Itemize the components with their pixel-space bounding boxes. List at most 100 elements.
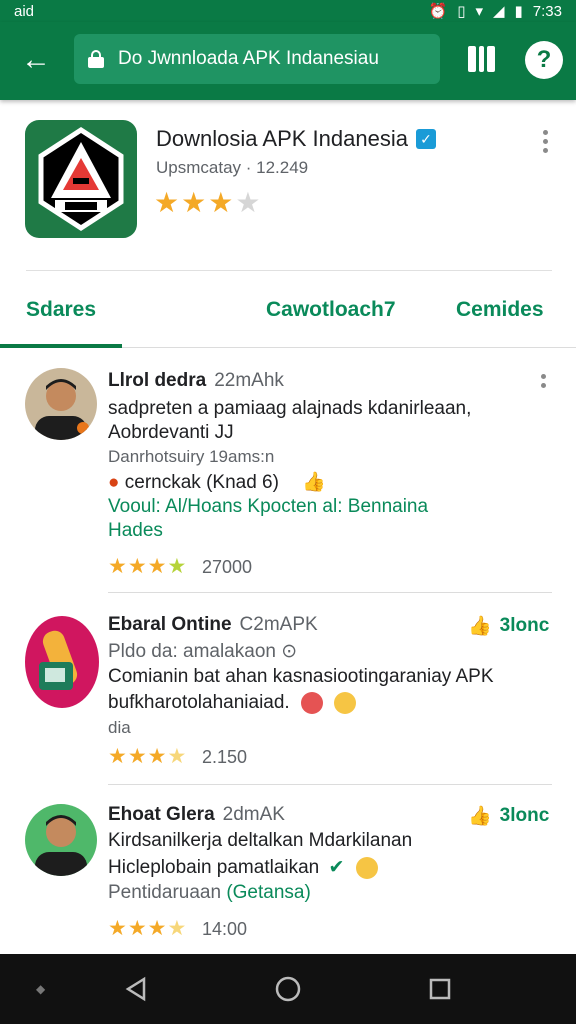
review-tag: dia [108, 718, 131, 737]
battery-icon: ▮ [514, 3, 523, 20]
tab-sdares[interactable]: Sdares [26, 298, 96, 322]
reviewer-name: Llrol dedra 22mAhk [108, 370, 284, 392]
review-text-line: Hicleplobain pamatlaikan ✔ [108, 856, 378, 879]
like-button[interactable]: 👍 3lonc [468, 614, 549, 638]
review-text: Comianin bat ahan kasnasiootingaraniay A… [108, 666, 494, 687]
wifi-icon: ▾ [475, 3, 483, 20]
review-tag: ● cernckak (Knad 6) 👍 [108, 470, 326, 494]
avatar [25, 804, 97, 876]
review-text-line: bufkharotolahaniaiad. [108, 692, 357, 714]
app-title-text: Downlosia APK Indanesia [156, 126, 408, 151]
nav-dot-icon: ◆ [36, 982, 46, 996]
star-icon: ★ [181, 187, 209, 218]
avatar-graphic [35, 815, 87, 876]
star-icon: ★ [127, 745, 148, 768]
review-meta-text: Pldo da: amalakaon [108, 641, 276, 662]
tab-bar: Sdares Cawotloach7 Cemides [0, 280, 576, 348]
tab-cawotloach[interactable]: Cawotloach7 [266, 298, 396, 322]
star-icon: ★ [127, 555, 148, 578]
review-reply: Vooul: Al/Hoans Kpocten al: Bennaina [108, 496, 429, 517]
badge-icon: ● [108, 472, 120, 493]
tab-cemides[interactable]: Cemides [456, 298, 544, 322]
back-nav-icon[interactable] [122, 975, 150, 1003]
reviewer-name-text: Ehoat Glera [108, 804, 215, 825]
divider [108, 592, 552, 593]
emoji-icon [300, 692, 323, 714]
thumbs-up-icon: 👍 [468, 616, 492, 637]
star-icon: ★ [127, 917, 148, 940]
review-stars: ★★★★ [108, 554, 187, 579]
review-tag-text: cernckak (Knad 6) [124, 472, 279, 493]
arrow-left-icon[interactable]: ← [18, 42, 54, 78]
review-count: 2.150 [202, 747, 248, 767]
divider [108, 784, 552, 785]
review-count: 27000 [202, 557, 253, 577]
lock-icon [88, 50, 104, 68]
reviewer-name-text: Llrol dedra [108, 370, 207, 391]
reviewer-name: Ebaral Ontine C2mAPK [108, 614, 318, 636]
app-header: Downlosia APK Indanesia ✓ Upsmcatay · 12… [0, 100, 576, 270]
emoji-icon [334, 692, 357, 714]
review-count: 14:00 [202, 919, 248, 939]
app-title: Downlosia APK Indanesia ✓ [156, 126, 436, 152]
star-icon: ★ [147, 745, 168, 768]
clock-icon: ⊙ [281, 641, 298, 662]
review-tag-text: Pentidaruaan [108, 882, 222, 903]
review-text: Hicleplobain pamatlaikan [108, 857, 320, 878]
star-icon: ★ [147, 555, 168, 578]
avatar [25, 616, 99, 708]
review-tag: Pentidaruaan (Getansa) [108, 882, 311, 904]
app-subtitle: Upsmcatay · 12.249 [156, 158, 309, 177]
alarm-icon: ⏰ [428, 3, 448, 20]
star-empty-icon: ★ [235, 187, 263, 218]
thumbs-up-icon: 👍 [468, 806, 492, 827]
like-label: 3lonc [499, 805, 550, 826]
review-tag-green: (Getansa) [226, 882, 311, 903]
url-bar[interactable]: Do Jwnnloada APK Indanesiau [74, 34, 440, 84]
star-half-icon: ★ [167, 555, 188, 578]
review-stars: ★★★★ [108, 744, 187, 769]
verified-icon: ✓ [415, 129, 436, 149]
review-more-icon[interactable] [536, 374, 550, 400]
divider [26, 270, 552, 271]
tab-indicator [0, 344, 122, 348]
review-meta-line: Pldo da: amalakaon ⊙ [108, 640, 297, 663]
tabs-icon[interactable] [468, 46, 496, 74]
avatar-graphic [35, 379, 89, 440]
like-label: 3lonc [499, 615, 550, 636]
reviewer-name: Ehoat Glera 2dmAK [108, 804, 285, 826]
review-meta: 2dmAK [222, 804, 285, 825]
star-icon: ★ [154, 187, 182, 218]
url-text: Do Jwnnloada APK Indanesiau [118, 48, 379, 69]
vibrate-icon: ▯ [457, 3, 466, 20]
star-half-icon: ★ [167, 745, 188, 768]
emoji-icon [355, 856, 378, 879]
signal-icon: ◢ [492, 3, 505, 20]
thumbs-up-icon[interactable]: 👍 [302, 472, 326, 493]
star-icon: ★ [108, 917, 128, 940]
app-logo [25, 120, 137, 238]
recents-nav-icon[interactable] [426, 975, 454, 1003]
system-nav-bar: ◆ [0, 954, 576, 1024]
star-icon: ★ [208, 187, 236, 218]
star-icon: ★ [147, 917, 168, 940]
review-reply: Hades [108, 520, 163, 541]
more-options-icon[interactable] [538, 130, 552, 156]
home-nav-icon[interactable] [274, 975, 302, 1003]
app-logo-graphic [38, 127, 124, 231]
review-text: sadpreten a pamiaag alajnads kdanirleaan… [108, 398, 472, 419]
app-rating-stars: ★★★★ [154, 186, 262, 219]
like-button[interactable]: 👍 3lonc [468, 804, 549, 828]
avatar [25, 368, 97, 440]
app-bar: ← Do Jwnnloada APK Indanesiau ? [0, 22, 576, 100]
review-meta: 22mAhk [214, 370, 284, 391]
review-text: Aobrdevanti JJ [108, 422, 234, 443]
star-icon: ★ [108, 745, 128, 768]
bird-icon: ✔ [328, 857, 345, 878]
help-icon[interactable]: ? [525, 41, 563, 79]
review-text: Kirdsanilkerja deltalkan Mdarkilanan [108, 830, 413, 851]
star-icon: ★ [108, 555, 128, 578]
reviewer-name-text: Ebaral Ontine [108, 614, 232, 635]
status-time: 7:33 [532, 2, 562, 20]
status-left-text: aid [14, 2, 35, 20]
